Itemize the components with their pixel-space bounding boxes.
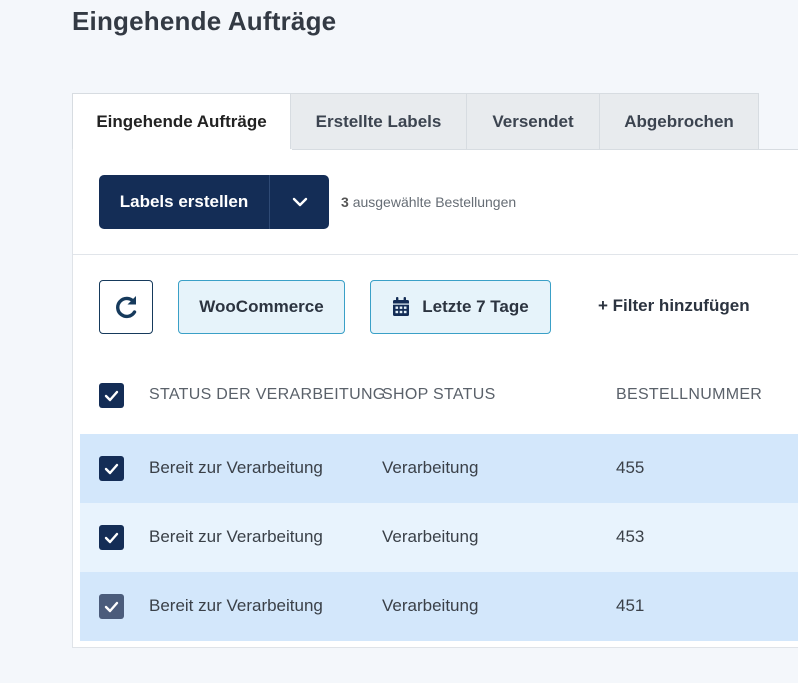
selected-label: ausgewählte Bestellungen [352,194,517,210]
calendar-icon [393,297,410,316]
date-filter-chip[interactable]: Letzte 7 Tage [370,280,551,334]
page-title: Eingehende Aufträge [72,6,337,36]
create-labels-button[interactable]: Labels erstellen [99,175,269,229]
chevron-down-icon [292,197,307,207]
header-processing-status[interactable]: STATUS DER VERARBEITUNG [149,386,386,404]
tab-created-labels[interactable]: Erstellte Labels [291,93,467,150]
tab-bar: Eingehende Aufträge Erstellte Labels Ver… [72,93,759,150]
divider [73,254,798,255]
shop-status-cell: Verarbeitung [382,596,479,615]
tab-shipped[interactable]: Versendet [467,93,600,150]
check-icon [104,601,119,612]
table-row[interactable]: Bereit zur Verarbeitung Verarbeitung 451 [80,572,798,641]
create-labels-split-button: Labels erstellen [99,175,329,229]
tab-cancelled[interactable]: Abgebrochen [600,93,759,150]
order-number-cell: 453 [616,527,645,546]
check-icon [104,390,119,401]
selected-count: 3 [341,194,349,210]
processing-status-cell: Bereit zur Verarbeitung [149,527,323,546]
shop-status-cell: Verarbeitung [382,527,479,546]
order-number-cell: 451 [616,596,645,615]
refresh-icon [116,296,137,319]
shop-status-cell: Verarbeitung [382,458,479,477]
refresh-button[interactable] [99,280,153,334]
row-checkbox[interactable] [99,456,124,481]
row-checkbox[interactable] [99,594,124,619]
table-header: STATUS DER VERARBEITUNG SHOP STATUS BEST… [80,364,798,427]
select-all-checkbox[interactable] [99,383,124,408]
date-filter-label: Letzte 7 Tage [422,297,529,316]
selected-orders-info: 3 ausgewählte Bestellungen [341,194,516,210]
table-row[interactable]: Bereit zur Verarbeitung Verarbeitung 453 [80,503,798,572]
check-icon [104,463,119,474]
row-checkbox[interactable] [99,525,124,550]
tab-incoming-orders[interactable]: Eingehende Aufträge [72,93,291,150]
order-number-cell: 455 [616,458,645,477]
header-order-number[interactable]: BESTELLNUMMER [616,386,762,404]
orders-panel: Labels erstellen 3 ausgewählte Bestellun… [72,149,798,648]
processing-status-cell: Bereit zur Verarbeitung [149,458,323,477]
check-icon [104,532,119,543]
panel-border [292,149,798,150]
table-row[interactable]: Bereit zur Verarbeitung Verarbeitung 455 [80,434,798,503]
processing-status-cell: Bereit zur Verarbeitung [149,596,323,615]
create-labels-dropdown[interactable] [270,175,329,229]
header-shop-status[interactable]: SHOP STATUS [382,386,496,404]
add-filter-button[interactable]: + Filter hinzufügen [598,296,750,316]
shop-filter-chip[interactable]: WooCommerce [178,280,345,334]
